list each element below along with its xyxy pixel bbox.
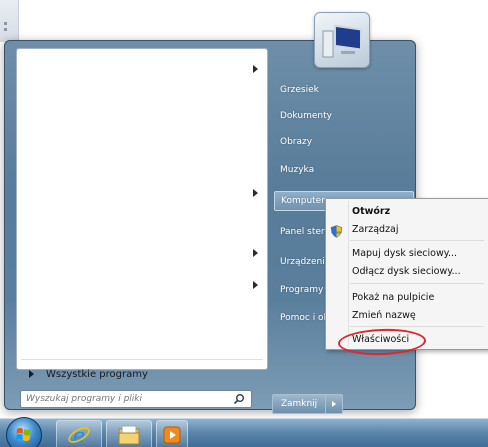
- start-button[interactable]: [6, 417, 42, 447]
- submenu-arrow-icon[interactable]: [253, 189, 258, 197]
- taskbar-ie-button[interactable]: e: [56, 420, 102, 447]
- ctx-open[interactable]: Otwórz: [352, 203, 390, 219]
- shutdown-options-button[interactable]: [325, 394, 343, 414]
- ctx-disconnect-network-drive[interactable]: Odłącz dysk sieciowy...: [352, 263, 461, 279]
- all-programs-button[interactable]: Wszystkie programy: [23, 365, 263, 383]
- menu-separator: [350, 240, 484, 241]
- right-item-music[interactable]: Muzyka: [274, 160, 414, 180]
- right-item-documents[interactable]: Dokumenty: [274, 106, 414, 126]
- search-input[interactable]: [21, 393, 228, 405]
- ctx-show-on-desktop[interactable]: Pokaż na pulpicie: [352, 289, 434, 305]
- menu-separator: [350, 283, 484, 284]
- menu-separator: [350, 326, 484, 327]
- ctx-map-network-drive[interactable]: Mapuj dysk sieciowy...: [352, 245, 457, 261]
- programs-pane: Wszystkie programy: [16, 48, 268, 380]
- user-picture[interactable]: [314, 12, 370, 68]
- chevron-right-icon: [332, 401, 336, 407]
- submenu-arrow-icon[interactable]: [253, 65, 258, 73]
- all-programs-label: Wszystkie programy: [46, 368, 148, 380]
- right-item-pictures[interactable]: Obrazy: [274, 132, 414, 152]
- media-player-icon: [163, 426, 181, 443]
- taskbar-explorer-button[interactable]: [106, 420, 152, 447]
- divider: [21, 359, 263, 360]
- folder-icon: [118, 425, 140, 444]
- svg-text:e: e: [73, 423, 85, 447]
- right-item-user[interactable]: Grzesiek: [274, 80, 414, 100]
- taskbar-media-player-button[interactable]: [156, 420, 188, 447]
- desktop-window-edge: [0, 0, 19, 42]
- uac-shield-icon: [330, 225, 343, 238]
- submenu-arrow-icon[interactable]: [253, 281, 258, 289]
- computer-icon: [322, 24, 362, 58]
- context-menu: Otwórz Zarządzaj Mapuj dysk sieciowy... …: [325, 198, 488, 350]
- expand-arrow-icon: [29, 370, 34, 378]
- search-box[interactable]: [20, 390, 252, 408]
- submenu-arrow-icon[interactable]: [253, 249, 258, 257]
- internet-explorer-icon: e: [68, 423, 90, 447]
- search-icon[interactable]: [233, 393, 245, 405]
- ctx-rename[interactable]: Zmień nazwę: [352, 307, 416, 323]
- ctx-manage[interactable]: Zarządzaj: [352, 221, 399, 237]
- windows-logo-icon: [16, 428, 31, 441]
- taskbar: e: [0, 417, 488, 447]
- desktop: Wszystkie programy Grzesiek Dokumenty Ob…: [0, 0, 488, 447]
- menu-gutter: [348, 201, 349, 347]
- shutdown-button[interactable]: Zamknij: [272, 394, 326, 414]
